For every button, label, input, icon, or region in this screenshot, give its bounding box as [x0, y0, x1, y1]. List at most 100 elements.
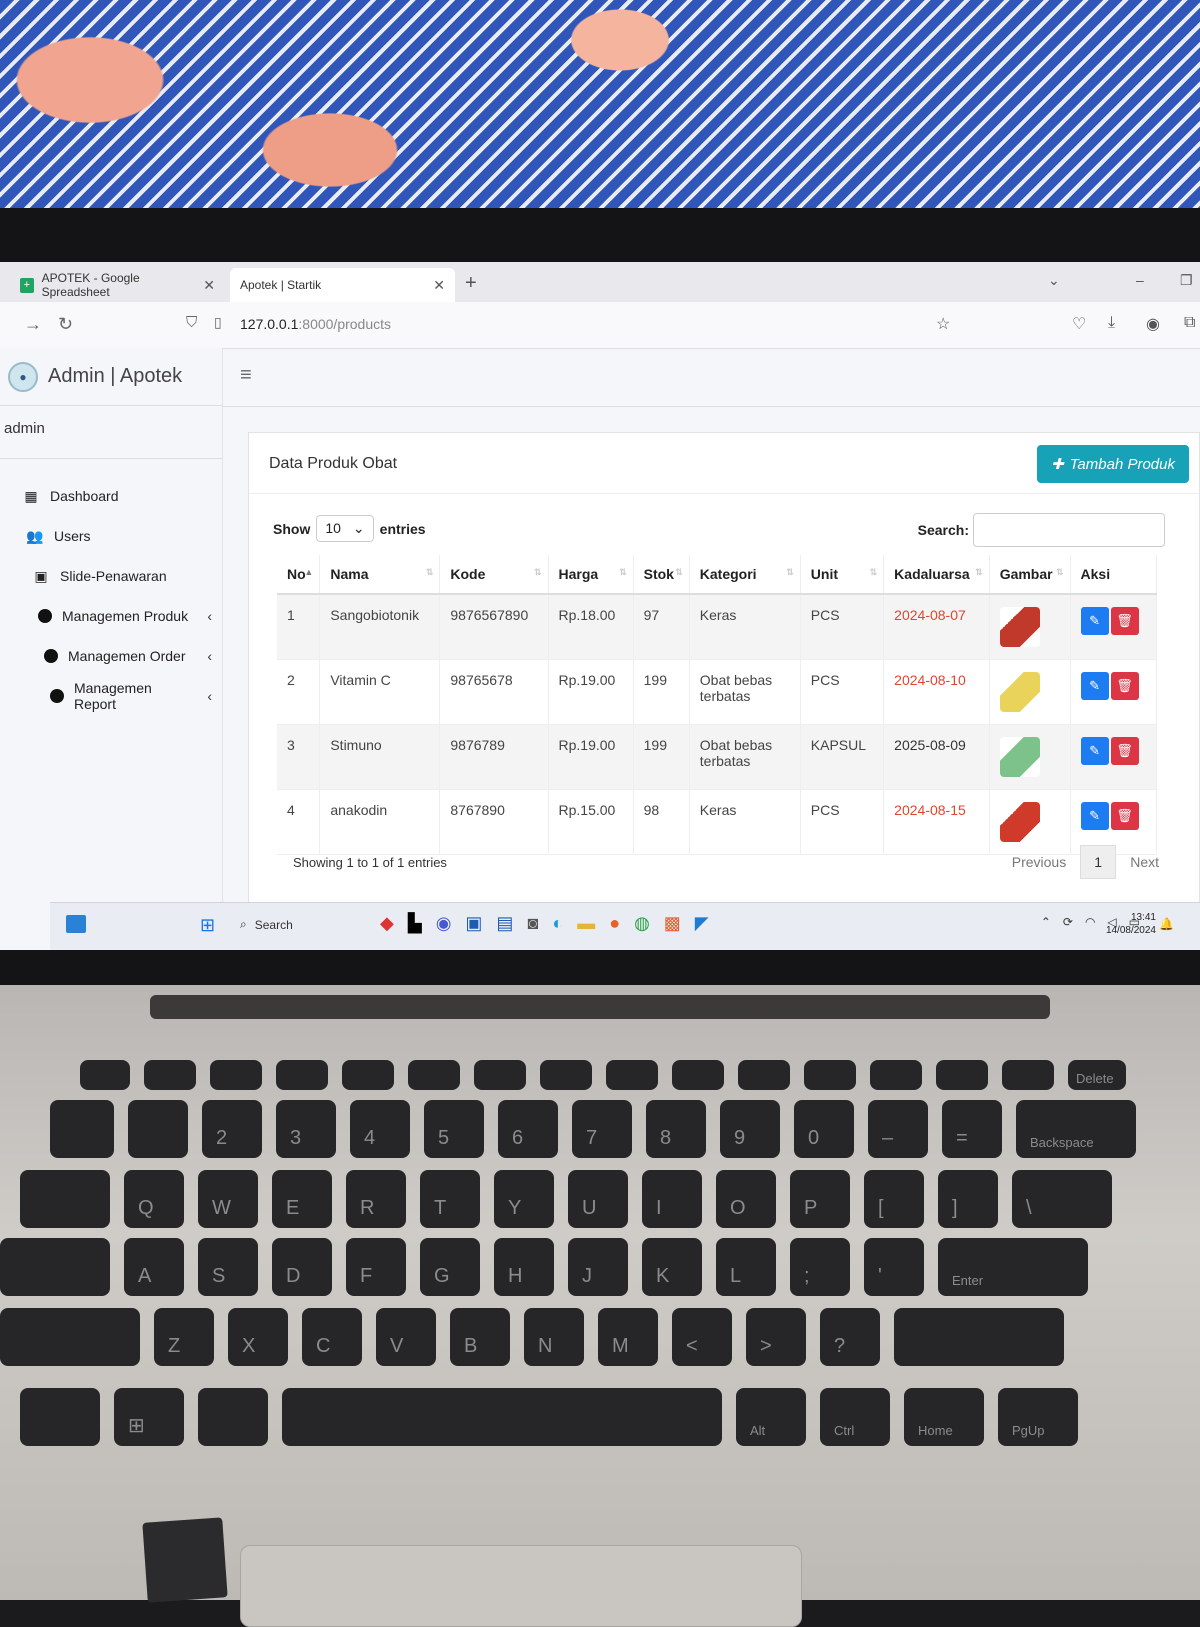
vscode-icon[interactable]: ◤	[695, 913, 709, 934]
sidebar-item-slide-penawaran[interactable]: ▣ Slide-Penawaran	[0, 556, 222, 596]
camera-icon[interactable]: ◙	[527, 913, 538, 934]
column-header-stok[interactable]: Stok ⇅	[633, 555, 690, 595]
reload-icon[interactable]: ↻	[58, 314, 73, 335]
copilot-icon[interactable]: ◆	[380, 913, 394, 934]
keyboard-key: Enter	[938, 1238, 1088, 1296]
cell-unit: PCS	[800, 594, 885, 660]
notification-bell-icon[interactable]: 🔔	[1159, 917, 1174, 931]
taskbar-clock[interactable]: 13:41 14/08/2024	[1106, 911, 1156, 937]
page-1-button[interactable]: 1	[1080, 845, 1117, 879]
keyboard-key	[936, 1060, 988, 1090]
column-header-nama[interactable]: Nama ⇅	[319, 555, 441, 595]
taskbar-search[interactable]: ⌕ Search	[240, 917, 293, 932]
keyboard-key: Delete	[1068, 1060, 1126, 1090]
close-icon[interactable]: ✕	[203, 277, 215, 294]
cell-kategori: Keras	[689, 789, 801, 855]
bookmark-star-icon[interactable]: ☆	[936, 314, 950, 334]
column-header-kadaluarsa[interactable]: Kadaluarsa ⇅	[883, 555, 990, 595]
sidebar-item-label: Managemen Report	[73, 680, 152, 712]
edit-button[interactable]: ✎	[1080, 802, 1109, 830]
new-tab-icon[interactable]: +	[465, 272, 477, 295]
keyboard-key: D	[272, 1238, 332, 1296]
column-header-kategori[interactable]: Kategori ⇅	[689, 555, 801, 595]
row-actions: ✎ 🗑	[1080, 672, 1146, 700]
sidebar-item-managemen-produk[interactable]: Managemen Produk ‹	[0, 596, 222, 636]
cell-no: 1	[277, 594, 321, 660]
next-button[interactable]: Next	[1130, 854, 1159, 870]
wifi-icon[interactable]: ◠	[1085, 915, 1095, 929]
task-view-icon[interactable]: ▙	[408, 913, 422, 934]
cell-kategori: Obat bebas terbatas	[689, 724, 801, 790]
keyboard-key: W	[198, 1170, 258, 1228]
tab-spreadsheet[interactable]: + APOTEK - Google Spreadsheet ✕	[10, 268, 225, 302]
url-bar[interactable]: 127.0.0.1:8000/products	[240, 316, 391, 332]
edge-icon[interactable]: ◐	[552, 913, 563, 934]
xampp-icon[interactable]: ▩	[664, 913, 681, 934]
column-header-unit[interactable]: Unit ⇅	[800, 555, 885, 595]
sidebar-item-managemen-order[interactable]: Managemen Order ‹	[0, 636, 222, 676]
brand-link[interactable]: ● Admin | Apotek	[0, 348, 222, 406]
app-l-icon[interactable]: ▤	[496, 913, 513, 934]
download-icon[interactable]: ⤓	[1108, 314, 1115, 332]
file-explorer-icon[interactable]: ▬	[577, 913, 595, 934]
edit-button[interactable]: ✎	[1080, 607, 1109, 635]
cell-no: 2	[277, 659, 321, 725]
firefox-icon[interactable]: ●	[609, 913, 620, 934]
sidebar-item-dashboard[interactable]: ▦ Dashboard	[0, 476, 222, 516]
account-icon[interactable]: ◉	[1146, 314, 1160, 334]
edit-button[interactable]: ✎	[1080, 737, 1109, 765]
keyboard-key	[606, 1060, 658, 1090]
keyboard-key	[1002, 1060, 1054, 1090]
delete-button[interactable]: 🗑	[1110, 737, 1139, 765]
chevron-up-icon[interactable]: ⌃	[1041, 915, 1051, 929]
keyboard-key: Q	[124, 1170, 184, 1228]
keyboard-key	[408, 1060, 460, 1090]
store-icon[interactable]: ▣	[465, 913, 482, 934]
chat-icon[interactable]: ◉	[436, 913, 452, 934]
cell-unit: PCS	[800, 789, 885, 855]
whatsapp-icon[interactable]: ◍	[634, 913, 650, 934]
cell-aksi: ✎ 🗑	[1070, 724, 1158, 790]
sync-icon[interactable]: ⟳	[1063, 915, 1073, 929]
restore-icon[interactable]: ❐	[1180, 272, 1193, 289]
column-header-no[interactable]: No ▲	[277, 555, 321, 595]
entries-select[interactable]: 10 ⌄	[316, 515, 374, 542]
delete-button[interactable]: 🗑	[1110, 607, 1139, 635]
delete-button[interactable]: 🗑	[1110, 672, 1139, 700]
user-name[interactable]: admin	[4, 420, 45, 437]
chevron-down-icon: ⌄	[352, 520, 365, 536]
widgets-icon[interactable]	[66, 915, 86, 933]
column-header-gambar[interactable]: Gambar ⇅	[989, 555, 1071, 595]
tab-apotek[interactable]: Apotek | Startik ✕	[230, 268, 455, 302]
extensions-icon[interactable]: ⧉	[1184, 314, 1195, 332]
menu-toggle-icon[interactable]: ≡	[240, 364, 252, 387]
search-input[interactable]	[973, 513, 1165, 547]
trash-icon: 🗑	[1116, 613, 1133, 628]
entries-label: entries	[379, 520, 426, 537]
sidebar-item-managemen-report[interactable]: Managemen Report ‹	[0, 676, 222, 716]
keyboard-key: [	[864, 1170, 924, 1228]
column-header-harga[interactable]: Harga ⇅	[548, 555, 634, 595]
forward-icon[interactable]: →	[24, 314, 42, 335]
table-info: Showing 1 to 1 of 1 entries	[293, 855, 447, 870]
page-title: Data Produk Obat	[269, 455, 398, 472]
keyboard-key: >	[746, 1308, 806, 1366]
cell-kode: 8767890	[439, 789, 549, 855]
search-control: Search:	[918, 513, 1165, 547]
sidebar-item-users[interactable]: 👥 Users	[0, 516, 222, 556]
add-product-button[interactable]: ✚ Tambah Produk	[1037, 445, 1189, 483]
tab-list-icon[interactable]: ⌄	[1048, 272, 1060, 289]
function-key-row: Delete	[80, 1060, 1126, 1090]
shield-icon[interactable]: ⛉	[186, 314, 197, 331]
edit-button[interactable]: ✎	[1080, 672, 1109, 700]
keyboard-key	[672, 1060, 724, 1090]
keyboard-key	[0, 1238, 110, 1296]
pocket-icon[interactable]: ♡	[1072, 314, 1086, 334]
column-header-aksi[interactable]: Aksi	[1070, 555, 1158, 595]
previous-button[interactable]: Previous	[1012, 854, 1066, 870]
column-header-kode[interactable]: Kode ⇅	[439, 555, 549, 595]
delete-button[interactable]: 🗑	[1110, 802, 1139, 830]
close-icon[interactable]: ✕	[433, 277, 445, 294]
windows-start-icon[interactable]: ⊞	[200, 915, 215, 936]
minimize-icon[interactable]: –	[1136, 272, 1144, 288]
